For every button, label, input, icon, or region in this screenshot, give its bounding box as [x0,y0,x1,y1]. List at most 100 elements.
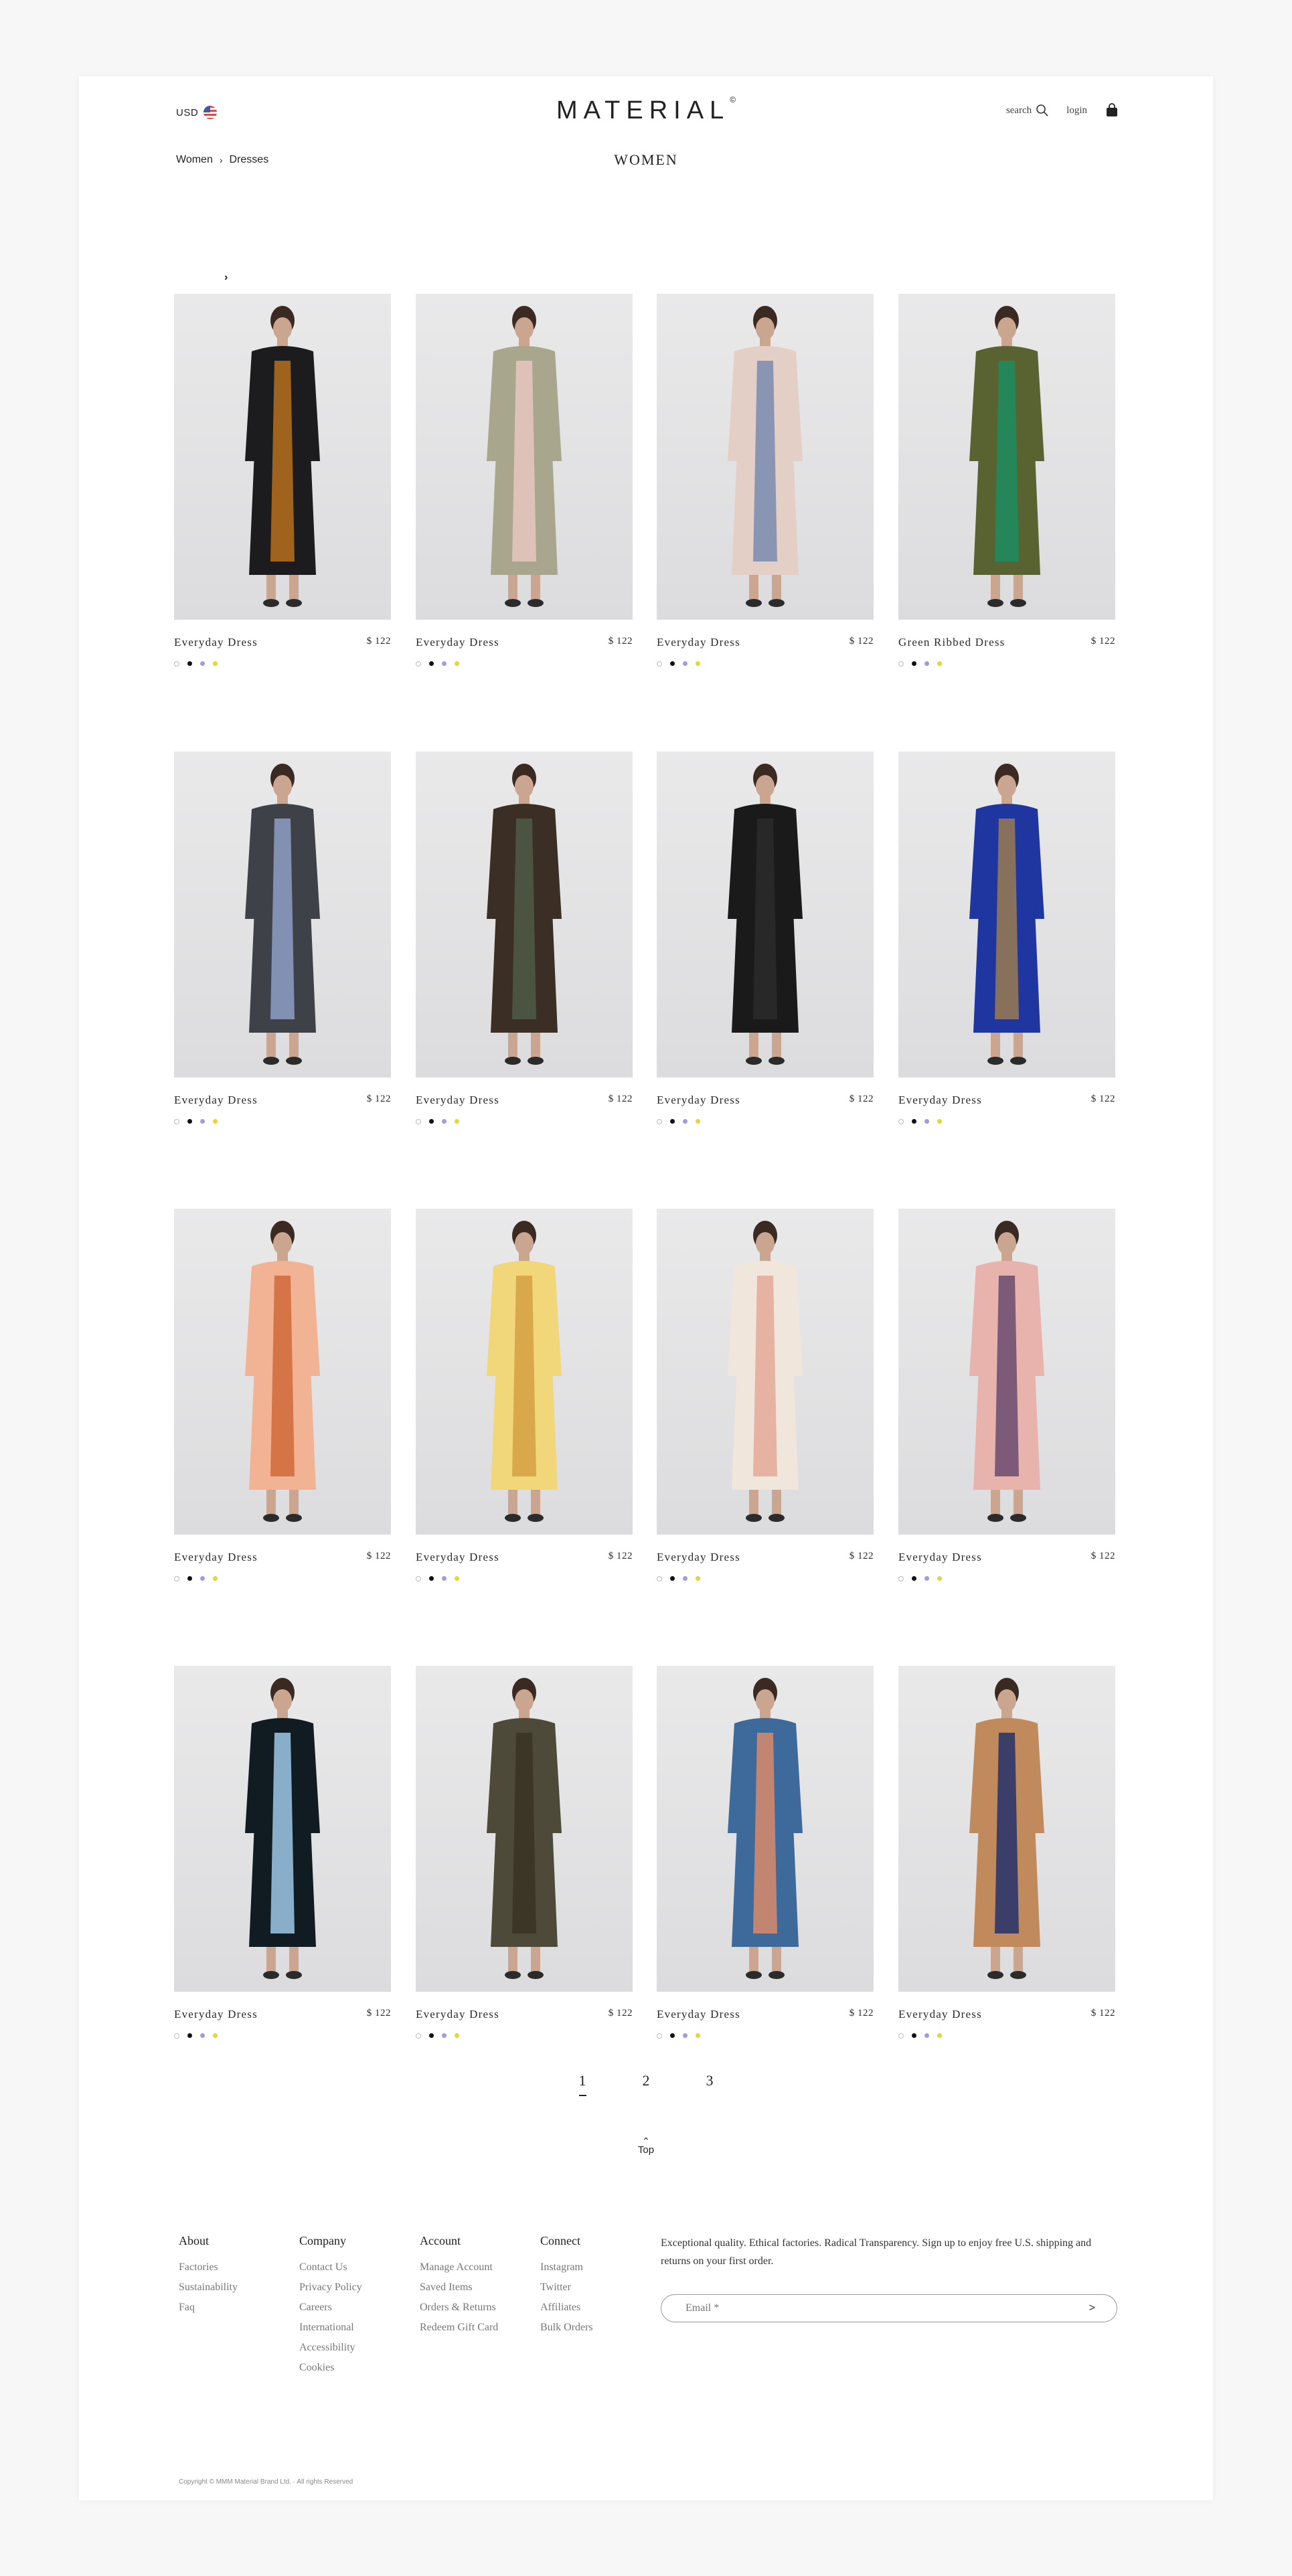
footer-link-faq[interactable]: Faq [179,2298,238,2318]
swatch-black[interactable] [670,2033,675,2038]
swatch-white[interactable] [657,2033,662,2039]
product-name[interactable]: Everyday Dress [416,636,499,649]
product-name[interactable]: Everyday Dress [657,2008,740,2021]
swatch-black[interactable] [429,661,434,666]
product-card[interactable]: Everyday Dress $ 122 [416,752,633,1124]
footer-link-manage-account[interactable]: Manage Account [420,2257,498,2278]
footer-link-careers[interactable]: Careers [299,2298,362,2318]
swatch-purple[interactable] [924,1119,929,1124]
page-1-link[interactable]: 1 [578,2072,586,2096]
footer-link-factories[interactable]: Factories [179,2257,238,2278]
product-image[interactable] [898,294,1115,620]
swatch-purple[interactable] [683,661,688,666]
product-card[interactable]: Green Ribbed Dress $ 122 [898,294,1115,667]
product-image[interactable] [416,1666,633,1992]
swatch-yellow[interactable] [696,1576,700,1581]
swatch-purple[interactable] [442,1119,447,1124]
footer-link-gift-card[interactable]: Redeem Gift Card [420,2318,498,2338]
swatch-yellow[interactable] [937,661,942,666]
product-image[interactable] [416,752,633,1078]
product-card[interactable]: Everyday Dress $ 122 [174,752,391,1124]
footer-link-cookies[interactable]: Cookies [299,2358,362,2378]
swatch-yellow[interactable] [937,1576,942,1581]
swatch-white[interactable] [898,1576,904,1581]
swatch-white[interactable] [416,1576,421,1581]
swatch-black[interactable] [187,1119,192,1124]
product-image[interactable] [657,1209,874,1535]
swatch-black[interactable] [670,661,675,666]
footer-link-bulk-orders[interactable]: Bulk Orders [540,2318,593,2338]
swatch-white[interactable] [174,2033,179,2039]
footer-link-instagram[interactable]: Instagram [540,2257,593,2278]
search-button[interactable]: search [1006,104,1049,117]
swatch-black[interactable] [912,1119,916,1124]
swatch-yellow[interactable] [696,661,700,666]
swatch-purple[interactable] [200,661,205,666]
swatch-yellow[interactable] [696,2033,700,2038]
swatch-white[interactable] [657,661,662,667]
login-link[interactable]: login [1066,105,1087,116]
footer-link-international[interactable]: International [299,2318,362,2338]
product-card[interactable]: Everyday Dress $ 122 [657,1209,874,1581]
swatch-yellow[interactable] [937,2033,942,2038]
product-card[interactable]: Everyday Dress $ 122 [174,294,391,667]
footer-link-twitter[interactable]: Twitter [540,2278,593,2298]
product-card[interactable]: Everyday Dress $ 122 [657,294,874,667]
swatch-white[interactable] [898,661,904,667]
swatch-black[interactable] [429,2033,434,2038]
swatch-white[interactable] [416,1119,421,1124]
product-name[interactable]: Everyday Dress [657,1094,740,1107]
product-image[interactable] [416,294,633,620]
product-card[interactable]: Everyday Dress $ 122 [416,1666,633,2039]
product-name[interactable]: Everyday Dress [898,1094,982,1107]
swatch-yellow[interactable] [455,661,459,666]
swatch-purple[interactable] [683,1576,688,1581]
product-name[interactable]: Everyday Dress [174,1094,258,1107]
swatch-white[interactable] [657,1576,662,1581]
product-name[interactable]: Everyday Dress [174,636,258,649]
back-to-top-button[interactable]: ⌃ Top [79,2136,1213,2156]
product-image[interactable] [416,1209,633,1535]
product-name[interactable]: Everyday Dress [174,1551,258,1564]
product-name[interactable]: Everyday Dress [898,2008,982,2021]
footer-link-saved-items[interactable]: Saved Items [420,2278,498,2298]
swatch-yellow[interactable] [455,2033,459,2038]
swatch-yellow[interactable] [455,1119,459,1124]
swatch-yellow[interactable] [213,2033,218,2038]
product-image[interactable] [657,752,874,1078]
product-image[interactable] [898,1209,1115,1535]
email-submit-button[interactable]: > [1089,2302,1095,2314]
swatch-black[interactable] [187,1576,192,1581]
swatch-black[interactable] [912,1576,916,1581]
swatch-purple[interactable] [200,1576,205,1581]
product-card[interactable]: Everyday Dress $ 122 [898,1209,1115,1581]
email-input[interactable] [684,2302,1062,2315]
swatch-purple[interactable] [200,2033,205,2038]
swatch-yellow[interactable] [213,1576,218,1581]
product-image[interactable] [174,294,391,620]
footer-link-contact[interactable]: Contact Us [299,2257,362,2278]
swatch-yellow[interactable] [937,1119,942,1124]
shopping-bag-icon[interactable] [1105,103,1119,118]
swatch-purple[interactable] [442,1576,447,1581]
swatch-yellow[interactable] [213,661,218,666]
filter-chevron-icon[interactable]: › [224,272,228,284]
product-name[interactable]: Everyday Dress [898,1551,982,1564]
product-card[interactable]: Everyday Dress $ 122 [657,1666,874,2039]
swatch-black[interactable] [187,661,192,666]
swatch-yellow[interactable] [213,1119,218,1124]
product-image[interactable] [174,752,391,1078]
footer-link-affiliates[interactable]: Affiliates [540,2298,593,2318]
page-2-link[interactable]: 2 [643,2072,650,2096]
swatch-black[interactable] [187,2033,192,2038]
product-card[interactable]: Everyday Dress $ 122 [416,294,633,667]
product-image[interactable] [898,752,1115,1078]
product-card[interactable]: Everyday Dress $ 122 [657,752,874,1124]
swatch-black[interactable] [429,1119,434,1124]
product-image[interactable] [174,1666,391,1992]
product-image[interactable] [657,294,874,620]
footer-link-sustainability[interactable]: Sustainability [179,2278,238,2298]
swatch-white[interactable] [416,2033,421,2039]
product-card[interactable]: Everyday Dress $ 122 [898,752,1115,1124]
footer-link-privacy[interactable]: Privacy Policy [299,2278,362,2298]
